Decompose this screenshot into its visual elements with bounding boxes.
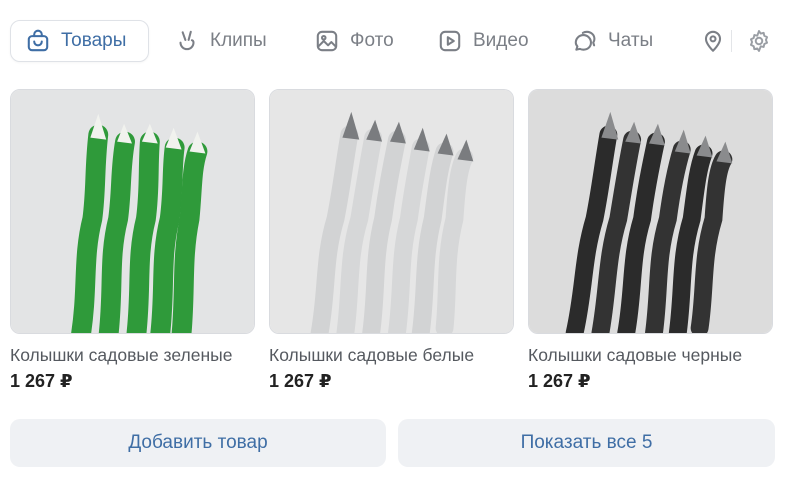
tab-label: Клипы xyxy=(210,30,267,51)
product-photo[interactable] xyxy=(10,89,255,334)
tab-label: Фото xyxy=(350,30,394,51)
product-photo[interactable] xyxy=(269,89,514,334)
chats-icon xyxy=(572,28,598,54)
product-card[interactable]: Колышки садовые черные 1 267 ₽ xyxy=(528,89,773,392)
product-card[interactable]: Колышки садовые белые 1 267 ₽ xyxy=(269,89,514,392)
product-price: 1 267 ₽ xyxy=(528,371,591,391)
stakes-image xyxy=(11,90,254,333)
tab-clips[interactable]: Клипы xyxy=(174,20,267,62)
stakes-image xyxy=(529,90,772,333)
product-title[interactable]: Колышки садовые белые xyxy=(269,344,514,366)
stakes-image xyxy=(270,90,513,333)
clips-icon xyxy=(174,28,200,54)
tab-label: Чаты xyxy=(608,30,654,51)
add-product-button[interactable]: Добавить товар xyxy=(10,419,386,467)
show-all-button[interactable]: Показать все 5 xyxy=(398,419,775,467)
tab-label: Товары xyxy=(61,30,127,51)
photo-icon xyxy=(314,28,340,54)
tab-goods[interactable]: Товары xyxy=(10,20,149,62)
tab-label: Видео xyxy=(473,30,529,51)
bag-icon xyxy=(25,28,51,54)
gear-icon xyxy=(746,28,772,54)
tab-photo[interactable]: Фото xyxy=(314,20,394,62)
tab-settings[interactable] xyxy=(746,20,772,62)
tab-divider xyxy=(731,30,732,52)
location-pin-icon xyxy=(700,28,726,54)
product-title[interactable]: Колышки садовые зеленые xyxy=(10,344,255,366)
product-card[interactable]: Колышки садовые зеленые 1 267 ₽ xyxy=(10,89,255,392)
product-title[interactable]: Колышки садовые черные xyxy=(528,344,773,366)
video-icon xyxy=(437,28,463,54)
product-photo[interactable] xyxy=(528,89,773,334)
tab-video[interactable]: Видео xyxy=(437,20,529,62)
tab-chats[interactable]: Чаты xyxy=(572,20,653,62)
product-price: 1 267 ₽ xyxy=(10,371,73,391)
tab-location[interactable] xyxy=(700,20,726,62)
product-price: 1 267 ₽ xyxy=(269,371,332,391)
tab-bar: Товары Клипы Фото Видео Чаты xyxy=(0,0,786,84)
